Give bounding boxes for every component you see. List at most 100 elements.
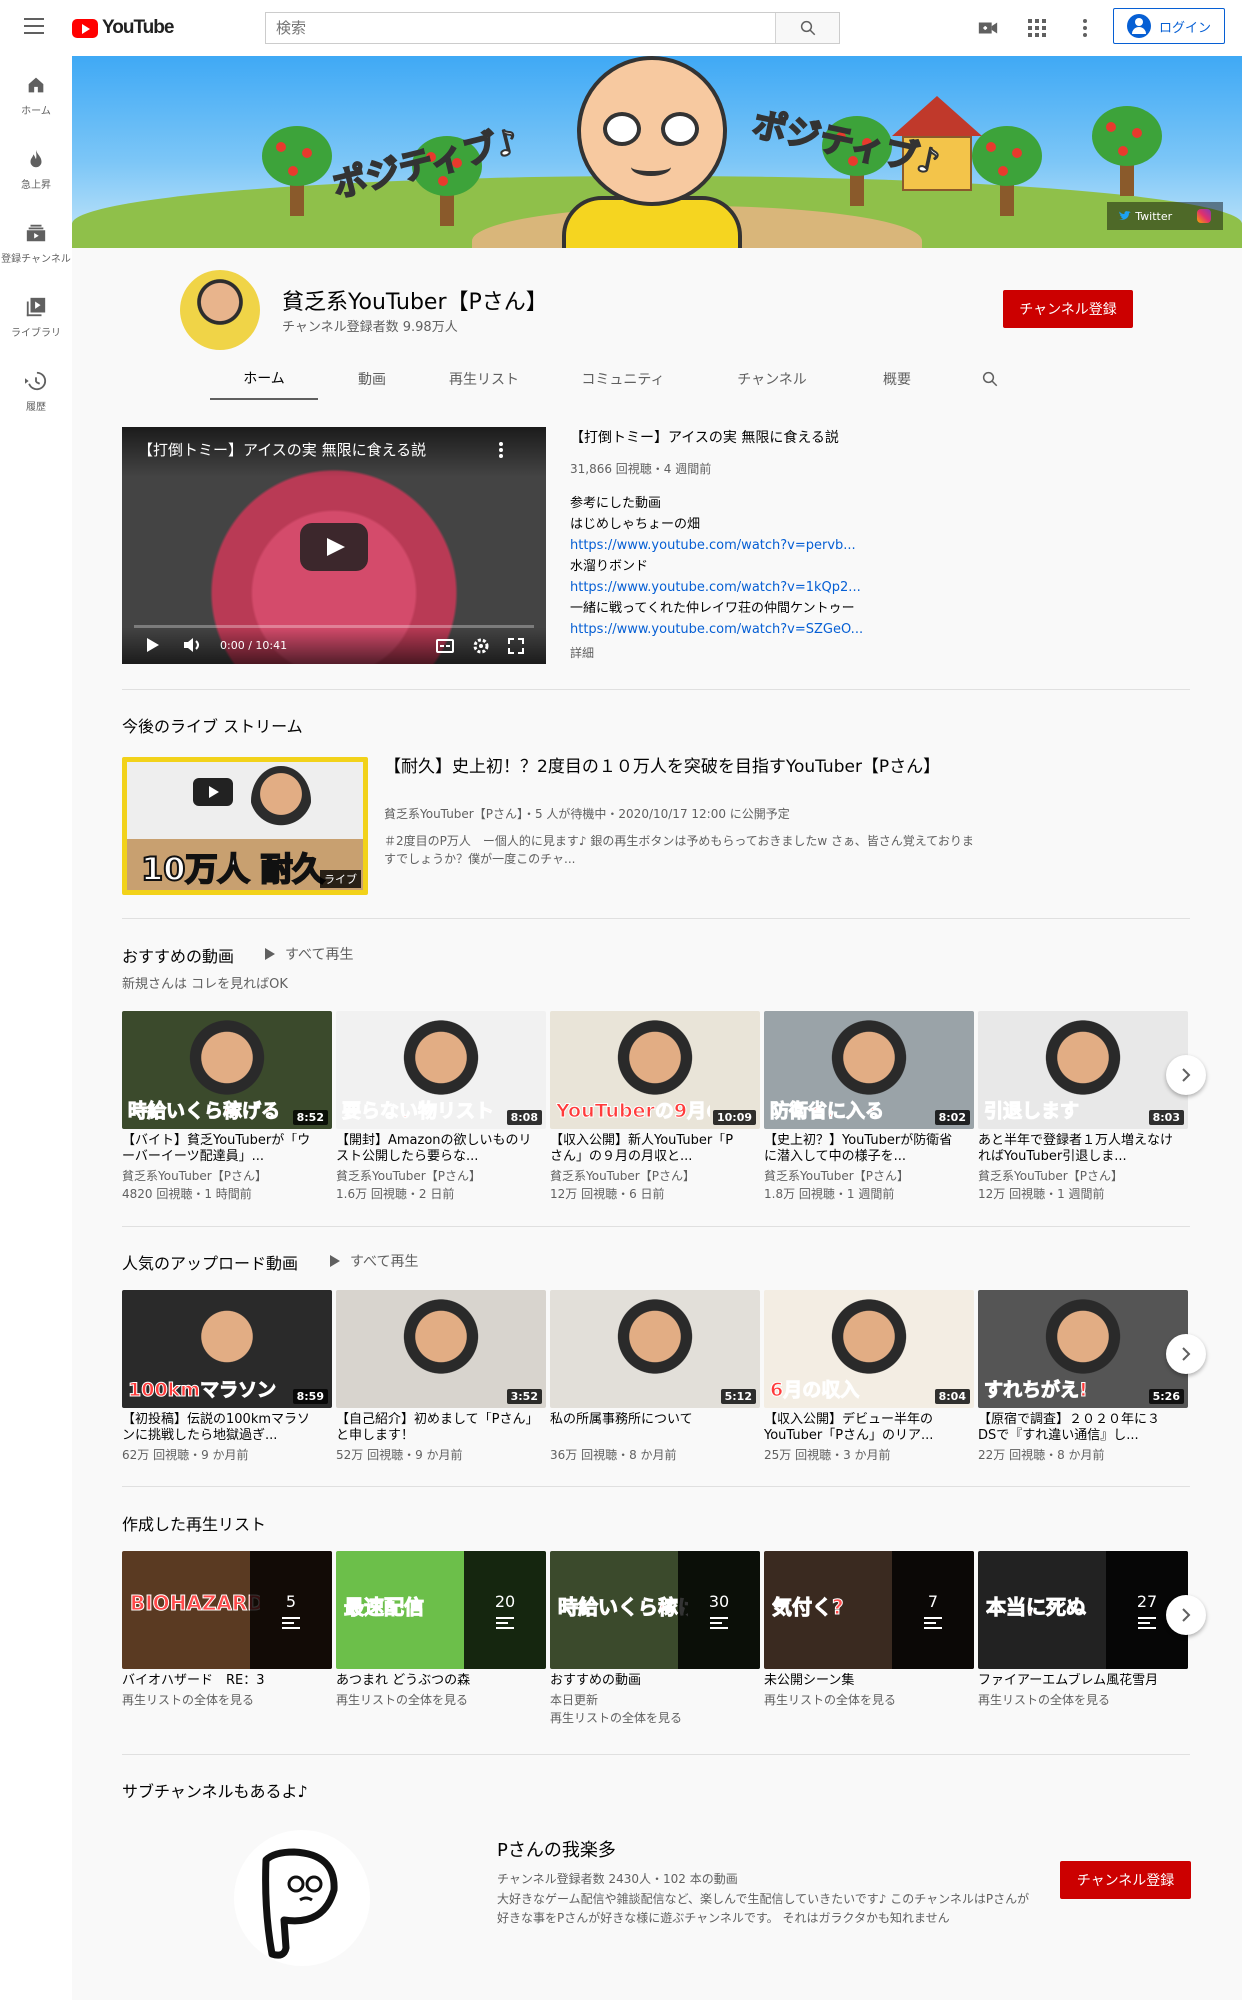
play-control-icon[interactable] — [146, 637, 160, 653]
video-thumbnail[interactable]: 要らない物リスト 8:08 — [336, 1011, 546, 1129]
live-title[interactable]: 【耐久】史上初！？2度目の１０万人を突破を目指すYouTuber【Pさん】 — [384, 755, 944, 779]
next-arrow-button[interactable] — [1166, 1055, 1206, 1095]
video-thumbnail[interactable]: 時給いくら稼げる 8:52 — [122, 1011, 332, 1129]
playlist-meta[interactable]: 再生リストの全体を見る — [764, 1691, 896, 1708]
video-thumbnail[interactable]: 防衛省に入る 8:02 — [764, 1011, 974, 1129]
twitter-link[interactable]: Twitter — [1119, 210, 1172, 223]
recommended-subtitle: 新規さんは コレを見ればOK — [122, 977, 288, 992]
playlist-icon — [1138, 1616, 1156, 1629]
video-title[interactable]: 私の所属事務所について — [550, 1412, 746, 1444]
tab-videos[interactable]: 動画 — [318, 358, 426, 400]
thumbnail-caption: YouTuberの9月の収益 — [556, 1100, 710, 1123]
playlist-thumbnail[interactable]: 本当に死ぬ 27 — [978, 1551, 1188, 1669]
recommended-section-title[interactable]: おすすめの動画 — [122, 943, 234, 967]
player-more-icon[interactable] — [498, 441, 504, 463]
subchannel-avatar[interactable] — [234, 1830, 370, 1966]
sidebar-item-subscriptions[interactable]: 登録チャンネル — [0, 204, 72, 278]
search-button[interactable] — [775, 13, 839, 43]
playlist-title[interactable]: バイオハザード RE：3 — [122, 1673, 322, 1689]
play-button[interactable] — [300, 523, 368, 571]
volume-icon[interactable] — [184, 637, 204, 653]
next-arrow-button[interactable] — [1166, 1334, 1206, 1374]
fullscreen-icon[interactable] — [508, 638, 524, 654]
channel-search-button[interactable] — [954, 358, 1026, 400]
tab-community[interactable]: コミュニティ — [542, 358, 704, 400]
video-thumbnail[interactable]: 5:12 — [550, 1290, 760, 1408]
video-channel[interactable]: 貧乏系YouTuber【Pさん】 — [978, 1167, 1123, 1184]
featured-video-player[interactable]: 【打倒トミー】アイスの実 無限に食える説 0:00 / 10:41 — [122, 427, 546, 664]
featured-more-link[interactable]: 詳細 — [570, 644, 594, 661]
settings-icon[interactable] — [472, 637, 490, 655]
play-all-button[interactable]: すべて再生 — [330, 1251, 418, 1271]
video-title[interactable]: 【開封】Amazonの欲しいものリスト公開したら要らな... — [336, 1133, 532, 1165]
play-all-button[interactable]: すべて再生 — [265, 944, 353, 964]
playlist-thumbnail[interactable]: 時給いくら稼げる? 30 — [550, 1551, 760, 1669]
description-link[interactable]: https://www.youtube.com/watch?v=SZGeO... — [570, 619, 930, 640]
video-title[interactable]: 【初投稿】伝説の100kmマラソンに挑戦したら地獄過ぎ... — [122, 1412, 318, 1444]
sidebar-item-library[interactable]: ライブラリ — [0, 278, 72, 352]
playlist-count-overlay: 20 — [464, 1551, 546, 1669]
tab-playlists[interactable]: 再生リスト — [426, 358, 542, 400]
menu-icon[interactable] — [24, 18, 44, 34]
search-input[interactable] — [266, 13, 775, 43]
video-thumbnail[interactable]: 3:52 — [336, 1290, 546, 1408]
video-title[interactable]: あと半年で登録者１万人増えなければYouTuber引退しま... — [978, 1133, 1174, 1165]
subchannel-meta: チャンネル登録者数 2430人・102 本の動画 — [497, 1872, 738, 1886]
playlist-title[interactable]: ファイアーエムブレム風花雪月 — [978, 1673, 1178, 1689]
video-title[interactable]: 【史上初？】YouTuberが防衛省に潜入して中の様子を... — [764, 1133, 960, 1165]
video-thumbnail[interactable]: 100kmマラソン 8:59 — [122, 1290, 332, 1408]
description-link[interactable]: https://www.youtube.com/watch?v=pervb... — [570, 535, 930, 556]
video-channel[interactable]: 貧乏系YouTuber【Pさん】 — [336, 1167, 481, 1184]
playlist-meta[interactable]: 再生リストの全体を見る — [978, 1691, 1110, 1708]
next-arrow-button[interactable] — [1166, 1595, 1206, 1635]
playlist-thumbnail[interactable]: BIOHAZARD 5 — [122, 1551, 332, 1669]
video-title[interactable]: 【原宿で調査】２０２０年に３DSで『すれ違い通信』し... — [978, 1412, 1174, 1444]
playlist-meta[interactable]: 再生リストの全体を見る — [336, 1691, 468, 1708]
youtube-logo[interactable]: YouTube — [72, 17, 174, 39]
video-channel[interactable]: 貧乏系YouTuber【Pさん】 — [122, 1167, 267, 1184]
captions-icon[interactable] — [436, 639, 454, 653]
channel-tabs: ホーム 動画 再生リスト コミュニティ チャンネル 概要 — [210, 358, 1026, 400]
apps-icon[interactable] — [1025, 16, 1049, 40]
video-thumbnail[interactable]: 6月の収入 8:04 — [764, 1290, 974, 1408]
playlists-section-title[interactable]: 作成した再生リスト — [122, 1511, 266, 1535]
login-button[interactable]: ログイン — [1113, 8, 1225, 44]
subchannel-subscribe-button[interactable]: チャンネル登録 — [1060, 1861, 1191, 1899]
playlist-thumbnail[interactable]: 最速配信 20 — [336, 1551, 546, 1669]
playlist-title[interactable]: 未公開シーン集 — [764, 1673, 964, 1689]
tab-about[interactable]: 概要 — [840, 358, 954, 400]
video-channel[interactable]: 貧乏系YouTuber【Pさん】 — [764, 1167, 909, 1184]
sidebar-item-home[interactable]: ホーム — [0, 56, 72, 130]
subchannel-name[interactable]: Pさんの我楽多 — [497, 1836, 616, 1862]
video-title[interactable]: 【収入公開】新人YouTuber「Pさん」の９月の月収と... — [550, 1133, 746, 1165]
video-title[interactable]: 【自己紹介】初めまして「Pさん」と申します！ — [336, 1412, 532, 1444]
video-thumbnail[interactable]: YouTuberの9月の収益10:09 — [550, 1011, 760, 1129]
playlist-count-overlay: 30 — [678, 1551, 760, 1669]
sidebar-item-history[interactable]: 履歴 — [0, 352, 72, 426]
video-thumbnail[interactable]: 引退します 8:03 — [978, 1011, 1188, 1129]
subscribe-button[interactable]: チャンネル登録 — [1003, 290, 1133, 328]
popular-section-title[interactable]: 人気のアップロード動画 — [122, 1250, 298, 1274]
playlist-thumbnail[interactable]: 気付く? 7 — [764, 1551, 974, 1669]
tab-home[interactable]: ホーム — [210, 358, 318, 400]
create-video-icon[interactable] — [976, 16, 1000, 40]
sidebar-item-trending[interactable]: 急上昇 — [0, 130, 72, 204]
description-link[interactable]: https://www.youtube.com/watch?v=1kQp2... — [570, 577, 930, 598]
playlist-meta[interactable]: 本日更新 — [550, 1691, 598, 1708]
featured-title[interactable]: 【打倒トミー】アイスの実 無限に食える説 — [570, 427, 839, 447]
video-duration: 5:26 — [1148, 1389, 1184, 1404]
live-thumbnail[interactable]: 10万人 耐久 ライブ — [122, 757, 368, 895]
more-options-icon[interactable] — [1073, 16, 1097, 40]
playlist-title[interactable]: あつまれ どうぶつの森 — [336, 1673, 536, 1689]
video-channel[interactable]: 貧乏系YouTuber【Pさん】 — [550, 1167, 695, 1184]
playlist-meta[interactable]: 再生リストの全体を見る — [122, 1691, 254, 1708]
video-title[interactable]: 【収入公開】デビュー半年のYouTuber「Pさん」のリア... — [764, 1412, 960, 1444]
play-all-label: すべて再生 — [350, 1254, 419, 1270]
playlist-title[interactable]: おすすめの動画 — [550, 1673, 750, 1689]
video-thumbnail[interactable]: すれちがえ! 5:26 — [978, 1290, 1188, 1408]
video-title[interactable]: 【バイト】貧乏YouTuberが「ウーバーイーツ配達員」... — [122, 1133, 318, 1165]
playlist-view-all-link[interactable]: 再生リストの全体を見る — [550, 1709, 682, 1726]
instagram-icon[interactable] — [1196, 209, 1211, 223]
tab-channels[interactable]: チャンネル — [704, 358, 840, 400]
channel-avatar[interactable] — [180, 270, 260, 350]
